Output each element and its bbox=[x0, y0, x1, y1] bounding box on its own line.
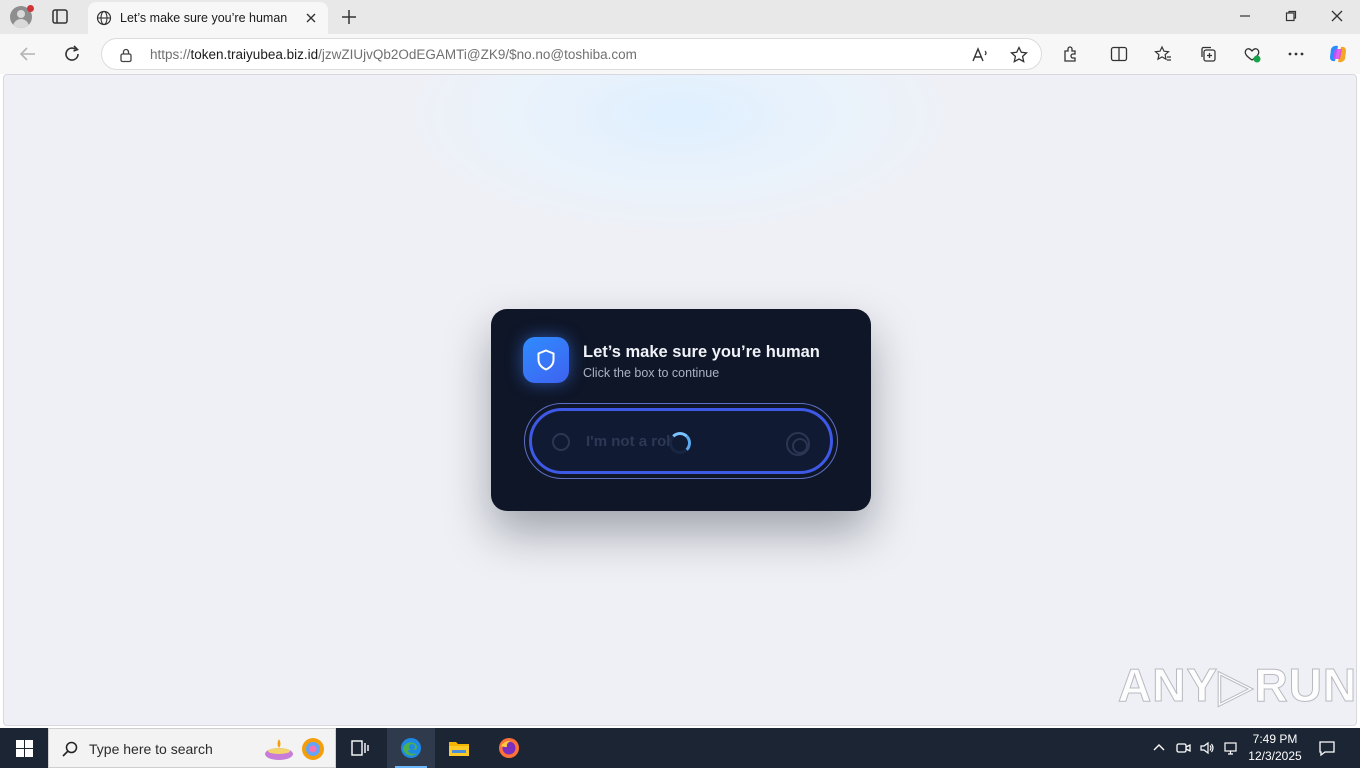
firefox-icon[interactable] bbox=[485, 728, 533, 768]
taskbar-search-box[interactable]: Type here to search bbox=[48, 728, 336, 768]
notification-center-icon[interactable] bbox=[1318, 739, 1336, 757]
read-aloud-icon[interactable] bbox=[970, 45, 990, 65]
anyrun-watermark: ANY▷RUN bbox=[1117, 659, 1357, 712]
new-tab-icon[interactable] bbox=[340, 8, 358, 26]
url-host: token.traiyubea.biz.id bbox=[190, 47, 319, 62]
favorite-star-icon[interactable] bbox=[1009, 45, 1029, 65]
meet-now-icon[interactable] bbox=[1175, 740, 1191, 756]
search-highlight-diya-icon bbox=[263, 735, 331, 763]
file-explorer-icon[interactable] bbox=[435, 728, 483, 768]
tray-chevron-up-icon[interactable] bbox=[1151, 740, 1167, 756]
url-text[interactable]: https://token.traiyubea.biz.id/jzwZIUjvQ… bbox=[150, 47, 637, 62]
search-icon bbox=[61, 740, 79, 758]
taskbar-clock[interactable]: 7:49 PM 12/3/2025 bbox=[1240, 731, 1310, 765]
url-prefix: https:// bbox=[150, 47, 191, 62]
checkbox-circle-icon[interactable] bbox=[552, 433, 570, 451]
browser-essentials-icon[interactable] bbox=[1242, 44, 1262, 64]
edge-taskbar-icon[interactable] bbox=[387, 728, 435, 768]
address-bar[interactable]: https://token.traiyubea.biz.id/jzwZIUjvQ… bbox=[101, 38, 1042, 70]
tab-active[interactable]: Let’s make sure you’re human bbox=[88, 2, 328, 34]
clock-date: 12/3/2025 bbox=[1248, 749, 1302, 763]
minimize-icon[interactable] bbox=[1237, 8, 1253, 24]
profile-notification-dot bbox=[27, 5, 34, 12]
volume-icon[interactable] bbox=[1199, 740, 1215, 756]
loading-spinner-icon bbox=[669, 432, 691, 454]
task-view-icon[interactable] bbox=[336, 728, 384, 768]
card-subtitle: Click the box to continue bbox=[583, 366, 720, 380]
extensions-icon[interactable] bbox=[1061, 44, 1081, 64]
collections-icon[interactable] bbox=[1198, 44, 1218, 64]
favorites-icon[interactable] bbox=[1153, 44, 1173, 64]
restore-icon[interactable] bbox=[1283, 8, 1299, 24]
lock-icon[interactable] bbox=[118, 47, 134, 63]
browser-toolbar: https://token.traiyubea.biz.id/jzwZIUjvQ… bbox=[0, 34, 1360, 74]
network-icon[interactable] bbox=[1223, 740, 1239, 756]
back-icon[interactable] bbox=[18, 44, 38, 64]
captcha-logo-icon bbox=[786, 432, 810, 456]
globe-icon bbox=[96, 10, 112, 26]
browser-titlebar: Let’s make sure you’re human bbox=[0, 0, 1360, 34]
url-path: /jzwZIUjvQb2OdEGAMTi@ZK9/$no.no@toshiba.… bbox=[318, 47, 637, 62]
more-menu-icon[interactable] bbox=[1286, 44, 1306, 64]
refresh-icon[interactable] bbox=[62, 44, 82, 64]
windows-taskbar: Type here to search 7:49 PM 12/3/2025 bbox=[0, 728, 1360, 768]
tab-title: Let’s make sure you’re human bbox=[120, 11, 288, 25]
web-page: Let’s make sure you’re human Click the b… bbox=[3, 74, 1357, 726]
captcha-checkbox-button[interactable]: I'm not a robot bbox=[529, 408, 833, 474]
split-screen-icon[interactable] bbox=[1109, 44, 1129, 64]
search-placeholder: Type here to search bbox=[89, 741, 213, 757]
windows-start-icon[interactable] bbox=[0, 728, 48, 768]
verification-card: Let’s make sure you’re human Click the b… bbox=[491, 309, 871, 511]
close-tab-icon[interactable] bbox=[304, 11, 318, 25]
shield-icon bbox=[523, 337, 569, 383]
card-title: Let’s make sure you’re human bbox=[583, 343, 820, 361]
captcha-outer-ring: I'm not a robot bbox=[524, 403, 838, 479]
copilot-icon[interactable] bbox=[1327, 43, 1347, 63]
close-window-icon[interactable] bbox=[1329, 8, 1345, 24]
clock-time: 7:49 PM bbox=[1252, 732, 1298, 746]
tab-actions-icon[interactable] bbox=[50, 8, 70, 26]
